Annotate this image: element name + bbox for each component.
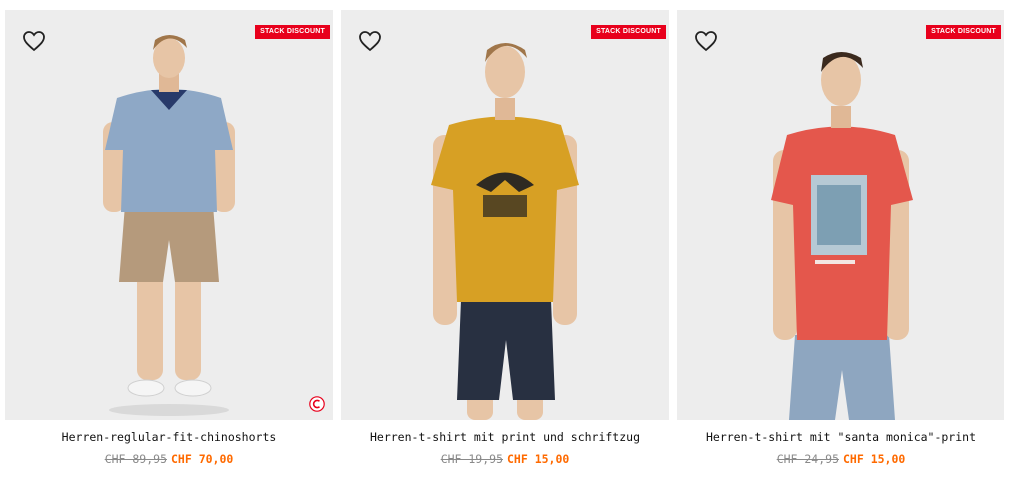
stack-discount-badge: STACK DISCOUNT: [591, 25, 666, 39]
product-grid: STACK DISCOUNT Herren-reglular-fit-chino…: [0, 0, 1024, 487]
sale-price: CHF 15,00: [507, 452, 570, 466]
product-image-1[interactable]: STACK DISCOUNT: [5, 10, 333, 420]
price-row: CHF 89,95 CHF 70,00: [5, 451, 333, 467]
model-illustration: [103, 35, 235, 416]
product-card-3[interactable]: STACK DISCOUNT Herren-t-shirt mit "santa…: [677, 0, 1013, 487]
product-image-2[interactable]: STACK DISCOUNT: [341, 10, 669, 420]
product-name[interactable]: Herren-t-shirt mit "santa monica"-print: [677, 430, 1005, 444]
sale-price: CHF 70,00: [171, 452, 234, 466]
stack-discount-badge: STACK DISCOUNT: [926, 25, 1001, 39]
original-price: CHF 89,95: [104, 452, 167, 466]
shorts-shape: [119, 205, 219, 282]
product-card-1[interactable]: STACK DISCOUNT Herren-reglular-fit-chino…: [5, 0, 341, 487]
wishlist-heart-icon[interactable]: [694, 30, 718, 52]
wishlist-heart-icon[interactable]: [22, 30, 46, 52]
model-illustration: [431, 43, 579, 420]
original-price: CHF 19,95: [440, 452, 503, 466]
price-row: CHF 19,95 CHF 15,00: [341, 451, 669, 467]
product-name[interactable]: Herren-t-shirt mit print und schriftzug: [341, 430, 669, 444]
original-price: CHF 24,95: [776, 452, 839, 466]
stack-discount-icon: [309, 396, 325, 412]
price-row: CHF 24,95 CHF 15,00: [677, 451, 1005, 467]
stack-discount-badge: STACK DISCOUNT: [255, 25, 330, 39]
product-name[interactable]: Herren-reglular-fit-chinoshorts: [5, 430, 333, 444]
sale-price: CHF 15,00: [843, 452, 906, 466]
model-illustration: [771, 52, 913, 420]
product-image-3[interactable]: STACK DISCOUNT: [677, 10, 1004, 420]
shorts-shape: [457, 300, 555, 400]
jeans-shape: [789, 335, 895, 420]
wishlist-heart-icon[interactable]: [358, 30, 382, 52]
product-card-2[interactable]: STACK DISCOUNT Herren-t-shirt mit print …: [341, 0, 677, 487]
